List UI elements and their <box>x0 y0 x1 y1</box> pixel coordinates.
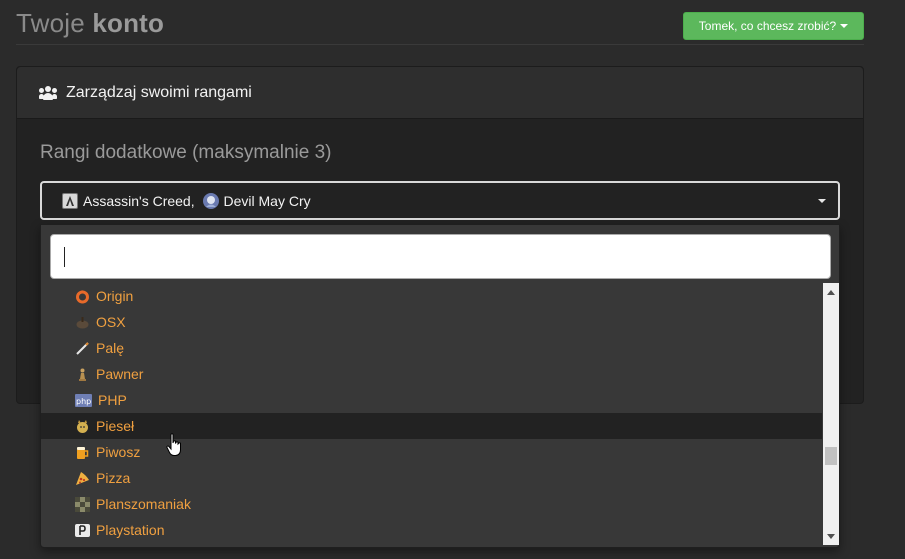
assassins-creed-icon <box>62 192 78 209</box>
osx-icon <box>75 315 90 330</box>
header-divider <box>16 44 864 45</box>
pizza-icon <box>75 471 90 486</box>
ranks-dropdown: Origin OSX Palę Pawner php PHP Pieseł Pi… <box>40 224 840 548</box>
ranks-search-field[interactable] <box>50 234 831 279</box>
option-php[interactable]: php PHP <box>41 387 822 413</box>
page-title-bold: konto <box>92 8 165 38</box>
option-label: Pieseł <box>96 418 135 434</box>
option-piwosz[interactable]: Piwosz <box>41 439 822 465</box>
page-title-light: Twoje <box>16 8 85 38</box>
option-label: Piwosz <box>96 444 141 460</box>
option-label: Playstation <box>96 522 165 538</box>
ranks-field-label: Rangi dodatkowe (maksymalnie 3) <box>40 142 332 163</box>
text-cursor <box>64 247 65 267</box>
ranks-options-list: Origin OSX Palę Pawner php PHP Pieseł Pi… <box>41 283 822 545</box>
caret-down-icon <box>818 199 826 203</box>
devil-may-cry-icon <box>202 192 219 209</box>
selected-separator: , <box>190 192 199 209</box>
option-pizza[interactable]: Pizza <box>41 465 822 491</box>
scroll-down-arrow-icon[interactable] <box>823 529 839 543</box>
php-icon: php <box>75 393 92 407</box>
board-game-icon <box>75 496 90 512</box>
cigarette-icon <box>75 341 90 356</box>
ranks-select[interactable]: Assassin's Creed, Devil May Cry <box>40 181 840 220</box>
caret-down-icon <box>840 24 849 28</box>
option-pawner[interactable]: Pawner <box>41 361 822 387</box>
option-osx[interactable]: OSX <box>41 309 822 335</box>
scrollbar-thumb[interactable] <box>825 447 837 465</box>
user-menu-button[interactable]: Tomek, co chcesz zrobić? <box>683 12 864 40</box>
option-label: Pawner <box>96 366 144 382</box>
option-label: Palę <box>96 340 125 356</box>
user-menu-label: Tomek, co chcesz zrobić? <box>698 19 837 33</box>
page-title: Twoje konto <box>16 8 164 39</box>
doge-icon <box>75 419 90 434</box>
beer-icon <box>75 445 90 460</box>
users-icon <box>39 85 57 100</box>
pawn-icon <box>75 367 90 382</box>
option-label: Pizza <box>96 470 131 486</box>
option-label: Origin <box>96 288 134 304</box>
playstation-icon <box>75 523 90 538</box>
option-pale[interactable]: Palę <box>41 335 822 361</box>
selected-rank-2: Devil May Cry <box>223 192 311 209</box>
option-label: OSX <box>96 314 126 330</box>
scroll-up-arrow-icon[interactable] <box>823 285 839 299</box>
panel-heading-text: Zarządzaj swoimi rangami <box>66 83 252 101</box>
option-planszomaniak[interactable]: Planszomaniak <box>41 491 822 517</box>
ranks-search-input[interactable] <box>51 235 830 278</box>
option-piesel[interactable]: Pieseł <box>41 413 822 439</box>
option-origin[interactable]: Origin <box>41 283 822 309</box>
option-label: Planszomaniak <box>96 496 191 512</box>
svg-text:php: php <box>76 397 91 406</box>
selected-rank-1: Assassin's Creed <box>83 192 191 209</box>
origin-icon <box>75 289 90 304</box>
hand-pointer-cursor-icon <box>166 433 181 456</box>
options-scrollbar[interactable] <box>823 283 839 545</box>
option-playstation[interactable]: Playstation <box>41 517 822 543</box>
option-label: PHP <box>98 392 127 408</box>
panel-heading: Zarządzaj swoimi rangami <box>17 67 863 119</box>
